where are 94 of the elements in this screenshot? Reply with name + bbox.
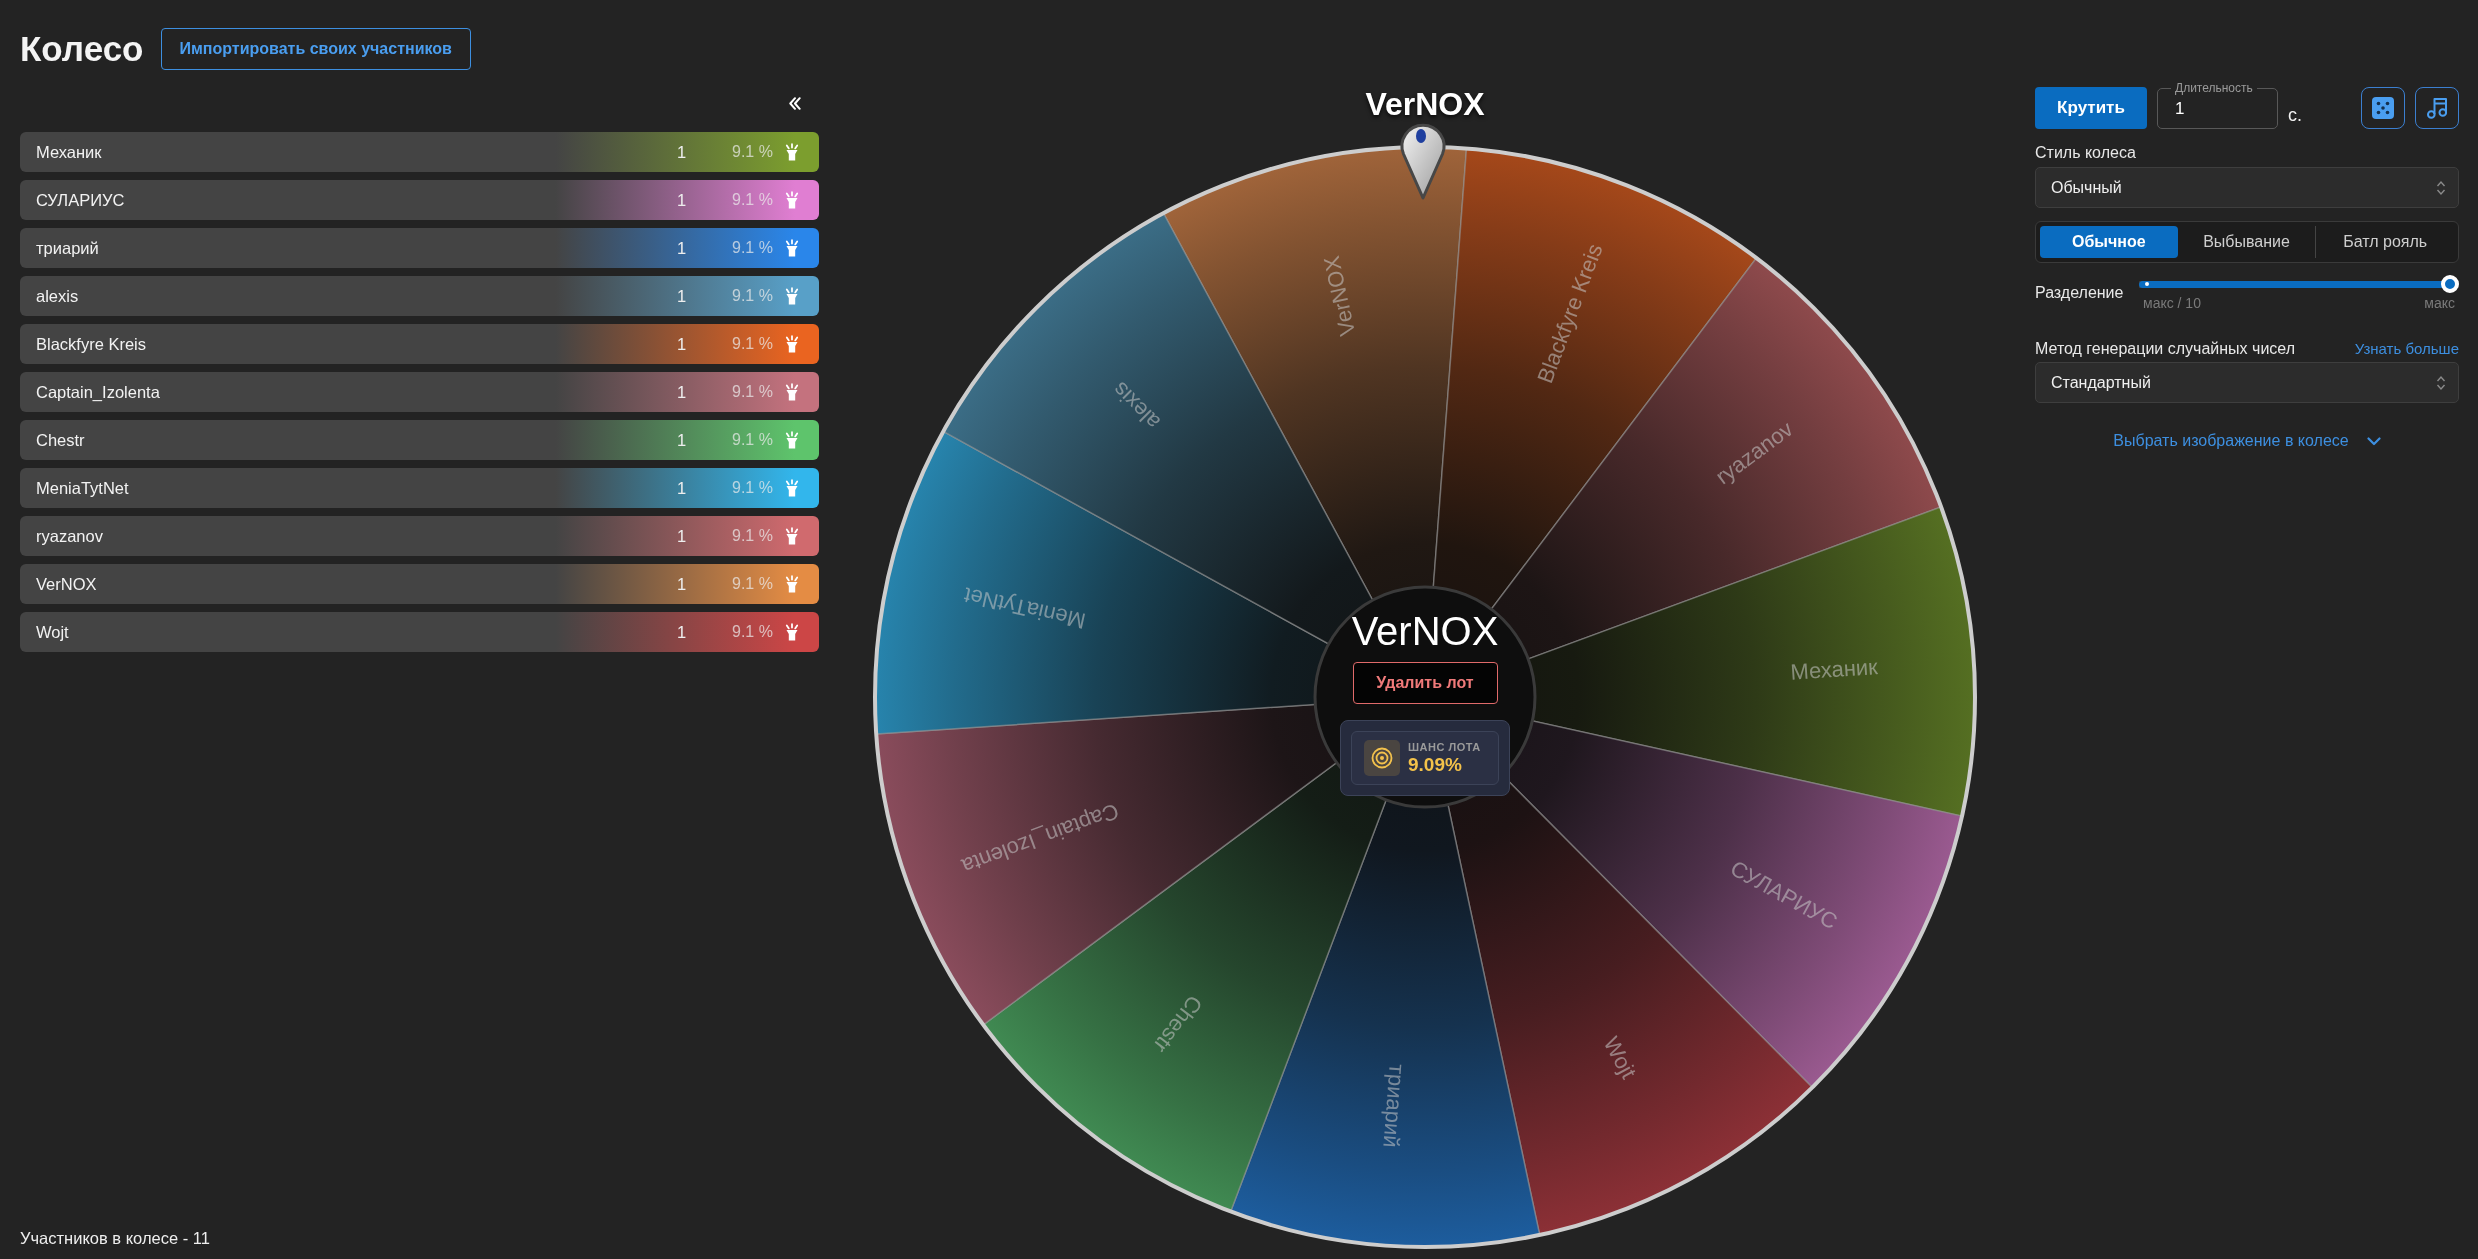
participant-count: 1 bbox=[677, 478, 688, 498]
flashlight-icon[interactable] bbox=[784, 191, 800, 209]
participant-row[interactable]: ryazanov 1 9.1 % bbox=[20, 516, 819, 556]
participant-count: 1 bbox=[677, 430, 688, 450]
flashlight-icon[interactable] bbox=[784, 143, 800, 161]
participants-total: Участников в колесе - 11 bbox=[20, 1228, 210, 1248]
duration-field[interactable]: Длительность 1 bbox=[2157, 82, 2278, 129]
participant-name: Blackfyre Kreis bbox=[36, 334, 148, 354]
participant-count: 1 bbox=[677, 190, 688, 210]
participant-chance: 9.1 % bbox=[732, 335, 774, 353]
participant-chance: 9.1 % bbox=[732, 527, 774, 545]
slider-min-label: макс / 10 bbox=[2143, 295, 2201, 311]
participant-name: VerNOX bbox=[36, 574, 98, 594]
flashlight-icon[interactable] bbox=[784, 239, 800, 257]
import-participants-button[interactable]: Импортировать своих участников bbox=[160, 28, 471, 70]
mode-tab[interactable]: Обычное bbox=[2040, 226, 2178, 258]
participant-name: MeniaTytNet bbox=[36, 478, 130, 498]
slider-thumb[interactable] bbox=[2441, 275, 2459, 293]
winner-name: VerNOX bbox=[1351, 608, 1499, 655]
flashlight-icon[interactable] bbox=[784, 623, 800, 641]
participant-chance: 9.1 % bbox=[732, 431, 774, 449]
split-label: Разделение bbox=[2035, 284, 2125, 302]
rng-select[interactable]: Стандартный bbox=[2035, 362, 2459, 403]
participant-chance: 9.1 % bbox=[732, 143, 774, 161]
chevron-down-icon bbox=[2366, 436, 2381, 446]
chance-value: 9.09% bbox=[1408, 754, 1463, 776]
wheel-style-label: Стиль колеса bbox=[2035, 143, 2137, 163]
flashlight-icon[interactable] bbox=[784, 431, 800, 449]
segment-label: Wojt bbox=[1598, 1032, 1642, 1083]
duration-unit: с. bbox=[2288, 104, 2302, 127]
participant-row[interactable]: триарий 1 9.1 % bbox=[20, 228, 819, 268]
participant-name: Механик bbox=[36, 142, 103, 162]
participant-chance: 9.1 % bbox=[732, 575, 774, 593]
participant-name: alexis bbox=[36, 286, 80, 306]
participant-chance: 9.1 % bbox=[732, 191, 774, 209]
participant-name: ryazanov bbox=[36, 526, 104, 546]
participant-row[interactable]: Механик 1 9.1 % bbox=[20, 132, 819, 172]
participant-row[interactable]: alexis 1 9.1 % bbox=[20, 276, 819, 316]
mode-tab[interactable]: Батл рояль bbox=[2315, 226, 2454, 258]
flashlight-icon[interactable] bbox=[784, 383, 800, 401]
delete-lot-button[interactable]: Удалить лот bbox=[1352, 662, 1498, 704]
segment-label: Механик bbox=[1789, 654, 1879, 685]
random-button[interactable] bbox=[2361, 87, 2405, 129]
participant-chance: 9.1 % bbox=[732, 287, 774, 305]
flashlight-icon[interactable] bbox=[784, 479, 800, 497]
participant-name: триарий bbox=[36, 238, 100, 258]
segment-label: триарий bbox=[1378, 1063, 1410, 1149]
rng-label: Метод генерации случайных чисел bbox=[2035, 339, 2295, 359]
updown-chevron-icon bbox=[2436, 179, 2446, 196]
collapse-icon[interactable] bbox=[789, 97, 801, 110]
participant-chance: 9.1 % bbox=[732, 239, 774, 257]
participant-row[interactable]: MeniaTytNet 1 9.1 % bbox=[20, 468, 819, 508]
participant-chance: 9.1 % bbox=[732, 623, 774, 641]
participant-name: СУЛАРИУС bbox=[36, 190, 126, 210]
participant-chance: 9.1 % bbox=[732, 479, 774, 497]
participant-row[interactable]: СУЛАРИУС 1 9.1 % bbox=[20, 180, 819, 220]
music-button[interactable] bbox=[2415, 87, 2459, 129]
choose-image-link[interactable]: Выбрать изображение в колесе bbox=[2113, 431, 2381, 451]
participant-name: Wojt bbox=[36, 622, 70, 642]
dot-icon bbox=[2145, 282, 2149, 286]
participant-count: 1 bbox=[677, 238, 688, 258]
participant-row[interactable]: VerNOX 1 9.1 % bbox=[20, 564, 819, 604]
participant-count: 1 bbox=[677, 526, 688, 546]
participant-count: 1 bbox=[677, 142, 688, 162]
participant-row[interactable]: Blackfyre Kreis 1 9.1 % bbox=[20, 324, 819, 364]
participant-count: 1 bbox=[677, 286, 688, 306]
participant-name: Captain_Izolenta bbox=[36, 382, 161, 402]
page-title: Колесо bbox=[20, 28, 144, 70]
pointer-icon bbox=[1400, 123, 1446, 200]
learn-more-link[interactable]: Узнать больше bbox=[2354, 340, 2459, 357]
flashlight-icon[interactable] bbox=[784, 287, 800, 305]
chance-label: ШАНС ЛОТА bbox=[1408, 740, 1481, 754]
participant-chance: 9.1 % bbox=[732, 383, 774, 401]
mode-tab[interactable]: Выбывание bbox=[2177, 226, 2316, 258]
participant-count: 1 bbox=[677, 334, 688, 354]
flashlight-icon[interactable] bbox=[784, 575, 800, 593]
wheel-style-select[interactable]: Обычный bbox=[2035, 167, 2459, 208]
segment-label: VerNOX bbox=[1318, 253, 1361, 339]
participant-row[interactable]: Chestr 1 9.1 % bbox=[20, 420, 819, 460]
participant-name: Chestr bbox=[36, 430, 86, 450]
spin-button[interactable]: Крутить bbox=[2035, 87, 2147, 129]
participant-row[interactable]: Captain_Izolenta 1 9.1 % bbox=[20, 372, 819, 412]
participant-count: 1 bbox=[677, 622, 688, 642]
participant-row[interactable]: Wojt 1 9.1 % bbox=[20, 612, 819, 652]
flashlight-icon[interactable] bbox=[784, 335, 800, 353]
slider-max-label: макс bbox=[2424, 295, 2455, 311]
participant-count: 1 bbox=[677, 382, 688, 402]
dice-icon bbox=[2372, 97, 2394, 119]
music-note-icon bbox=[2426, 97, 2448, 119]
participant-count: 1 bbox=[677, 574, 688, 594]
pointer-label: VerNOX bbox=[1365, 86, 1485, 122]
target-icon bbox=[1364, 740, 1400, 776]
updown-chevron-icon bbox=[2436, 374, 2446, 391]
flashlight-icon[interactable] bbox=[784, 527, 800, 545]
